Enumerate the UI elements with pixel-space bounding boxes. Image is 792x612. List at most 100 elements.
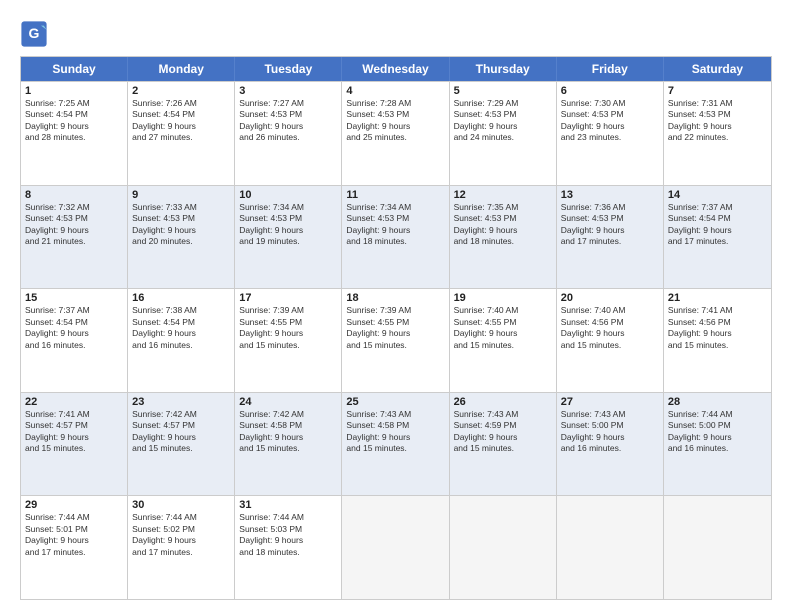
svg-text:G: G <box>29 25 40 41</box>
cell-line-3: and 16 minutes. <box>25 340 123 351</box>
day-number: 15 <box>25 292 123 304</box>
cal-cell-day-25: 25Sunrise: 7:43 AMSunset: 4:58 PMDayligh… <box>342 393 449 496</box>
cell-line-3: and 19 minutes. <box>239 236 337 247</box>
cal-cell-day-21: 21Sunrise: 7:41 AMSunset: 4:56 PMDayligh… <box>664 289 771 392</box>
cal-cell-day-17: 17Sunrise: 7:39 AMSunset: 4:55 PMDayligh… <box>235 289 342 392</box>
cell-line-0: Sunrise: 7:27 AM <box>239 98 337 109</box>
cell-line-3: and 27 minutes. <box>132 132 230 143</box>
cell-line-2: Daylight: 9 hours <box>239 535 337 546</box>
cal-cell-day-13: 13Sunrise: 7:36 AMSunset: 4:53 PMDayligh… <box>557 186 664 289</box>
cell-line-3: and 15 minutes. <box>132 443 230 454</box>
cell-line-0: Sunrise: 7:32 AM <box>25 202 123 213</box>
cell-line-2: Daylight: 9 hours <box>561 121 659 132</box>
cell-line-1: Sunset: 4:53 PM <box>454 109 552 120</box>
cell-line-0: Sunrise: 7:26 AM <box>132 98 230 109</box>
day-number: 30 <box>132 499 230 511</box>
cell-line-3: and 24 minutes. <box>454 132 552 143</box>
cell-line-1: Sunset: 5:01 PM <box>25 524 123 535</box>
cell-line-3: and 15 minutes. <box>668 340 767 351</box>
day-number: 31 <box>239 499 337 511</box>
cell-line-2: Daylight: 9 hours <box>346 121 444 132</box>
cell-line-1: Sunset: 4:58 PM <box>346 420 444 431</box>
cell-line-3: and 15 minutes. <box>454 340 552 351</box>
day-number: 12 <box>454 189 552 201</box>
day-number: 9 <box>132 189 230 201</box>
calendar-body: 1Sunrise: 7:25 AMSunset: 4:54 PMDaylight… <box>21 81 771 599</box>
cal-cell-day-3: 3Sunrise: 7:27 AMSunset: 4:53 PMDaylight… <box>235 82 342 185</box>
cell-line-1: Sunset: 4:53 PM <box>239 109 337 120</box>
cell-line-2: Daylight: 9 hours <box>454 121 552 132</box>
cell-line-1: Sunset: 4:54 PM <box>668 213 767 224</box>
day-number: 4 <box>346 85 444 97</box>
cell-line-2: Daylight: 9 hours <box>454 328 552 339</box>
cell-line-3: and 15 minutes. <box>346 340 444 351</box>
logo: G <box>20 20 52 48</box>
cal-week-3: 15Sunrise: 7:37 AMSunset: 4:54 PMDayligh… <box>21 288 771 392</box>
cal-cell-day-5: 5Sunrise: 7:29 AMSunset: 4:53 PMDaylight… <box>450 82 557 185</box>
cell-line-3: and 18 minutes. <box>346 236 444 247</box>
page: G SundayMondayTuesdayWednesdayThursdayFr… <box>0 0 792 612</box>
cell-line-2: Daylight: 9 hours <box>25 225 123 236</box>
cal-cell-day-6: 6Sunrise: 7:30 AMSunset: 4:53 PMDaylight… <box>557 82 664 185</box>
calendar: SundayMondayTuesdayWednesdayThursdayFrid… <box>20 56 772 600</box>
cell-line-2: Daylight: 9 hours <box>239 432 337 443</box>
cell-line-1: Sunset: 4:53 PM <box>132 213 230 224</box>
cal-cell-day-19: 19Sunrise: 7:40 AMSunset: 4:55 PMDayligh… <box>450 289 557 392</box>
cal-cell-day-11: 11Sunrise: 7:34 AMSunset: 4:53 PMDayligh… <box>342 186 449 289</box>
cal-header-tuesday: Tuesday <box>235 57 342 81</box>
cal-cell-empty-4-3 <box>342 496 449 599</box>
cell-line-1: Sunset: 5:00 PM <box>668 420 767 431</box>
cell-line-3: and 15 minutes. <box>346 443 444 454</box>
cell-line-0: Sunrise: 7:41 AM <box>668 305 767 316</box>
cell-line-1: Sunset: 4:53 PM <box>239 213 337 224</box>
cell-line-1: Sunset: 4:53 PM <box>668 109 767 120</box>
cal-cell-day-7: 7Sunrise: 7:31 AMSunset: 4:53 PMDaylight… <box>664 82 771 185</box>
cell-line-3: and 18 minutes. <box>454 236 552 247</box>
day-number: 22 <box>25 396 123 408</box>
cell-line-0: Sunrise: 7:43 AM <box>346 409 444 420</box>
cell-line-3: and 15 minutes. <box>239 443 337 454</box>
cal-cell-day-16: 16Sunrise: 7:38 AMSunset: 4:54 PMDayligh… <box>128 289 235 392</box>
cell-line-3: and 17 minutes. <box>132 547 230 558</box>
cell-line-3: and 17 minutes. <box>561 236 659 247</box>
cell-line-0: Sunrise: 7:41 AM <box>25 409 123 420</box>
cell-line-1: Sunset: 4:58 PM <box>239 420 337 431</box>
cell-line-0: Sunrise: 7:42 AM <box>239 409 337 420</box>
cell-line-3: and 23 minutes. <box>561 132 659 143</box>
cal-cell-day-2: 2Sunrise: 7:26 AMSunset: 4:54 PMDaylight… <box>128 82 235 185</box>
day-number: 11 <box>346 189 444 201</box>
cal-header-monday: Monday <box>128 57 235 81</box>
cal-week-1: 1Sunrise: 7:25 AMSunset: 4:54 PMDaylight… <box>21 81 771 185</box>
cell-line-2: Daylight: 9 hours <box>668 121 767 132</box>
cell-line-0: Sunrise: 7:25 AM <box>25 98 123 109</box>
cell-line-1: Sunset: 4:54 PM <box>25 317 123 328</box>
cell-line-3: and 16 minutes. <box>668 443 767 454</box>
cell-line-0: Sunrise: 7:35 AM <box>454 202 552 213</box>
cal-cell-day-27: 27Sunrise: 7:43 AMSunset: 5:00 PMDayligh… <box>557 393 664 496</box>
day-number: 19 <box>454 292 552 304</box>
day-number: 5 <box>454 85 552 97</box>
day-number: 7 <box>668 85 767 97</box>
cell-line-2: Daylight: 9 hours <box>25 328 123 339</box>
cell-line-0: Sunrise: 7:33 AM <box>132 202 230 213</box>
cell-line-2: Daylight: 9 hours <box>561 225 659 236</box>
cal-header-wednesday: Wednesday <box>342 57 449 81</box>
cell-line-0: Sunrise: 7:44 AM <box>25 512 123 523</box>
day-number: 24 <box>239 396 337 408</box>
cell-line-1: Sunset: 4:55 PM <box>454 317 552 328</box>
day-number: 13 <box>561 189 659 201</box>
cal-header-saturday: Saturday <box>664 57 771 81</box>
cell-line-2: Daylight: 9 hours <box>25 121 123 132</box>
cell-line-1: Sunset: 5:03 PM <box>239 524 337 535</box>
day-number: 27 <box>561 396 659 408</box>
cell-line-2: Daylight: 9 hours <box>454 432 552 443</box>
cell-line-2: Daylight: 9 hours <box>239 121 337 132</box>
cell-line-2: Daylight: 9 hours <box>132 121 230 132</box>
cell-line-3: and 16 minutes. <box>561 443 659 454</box>
cal-cell-day-29: 29Sunrise: 7:44 AMSunset: 5:01 PMDayligh… <box>21 496 128 599</box>
cell-line-1: Sunset: 4:59 PM <box>454 420 552 431</box>
cell-line-0: Sunrise: 7:44 AM <box>132 512 230 523</box>
cal-week-5: 29Sunrise: 7:44 AMSunset: 5:01 PMDayligh… <box>21 495 771 599</box>
cell-line-2: Daylight: 9 hours <box>132 225 230 236</box>
cell-line-2: Daylight: 9 hours <box>668 328 767 339</box>
